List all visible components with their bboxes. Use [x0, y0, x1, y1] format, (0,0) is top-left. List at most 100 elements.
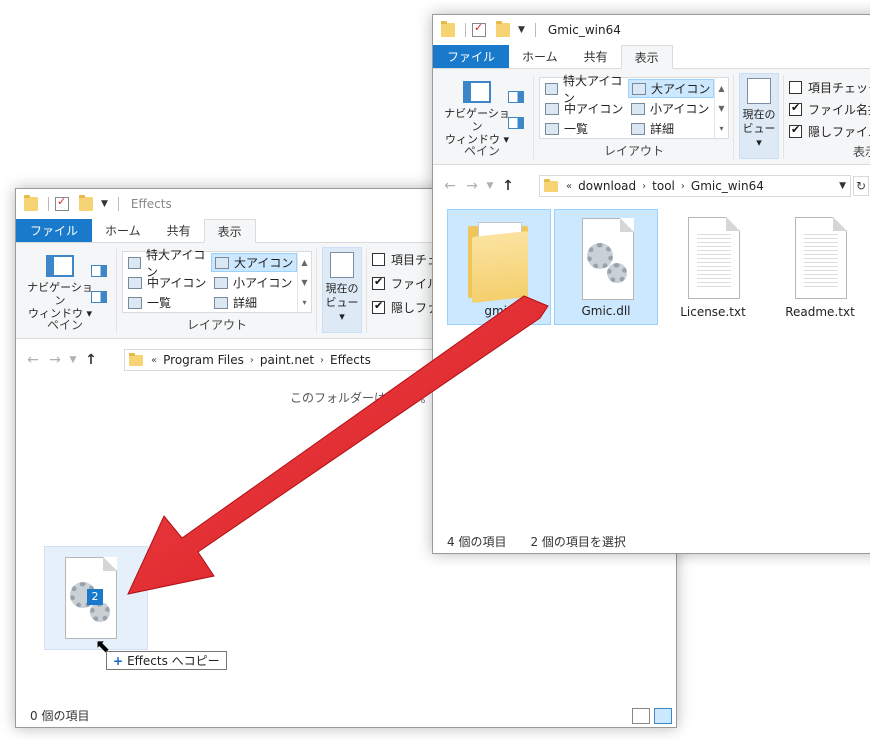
tab-share[interactable]: 共有	[154, 219, 204, 242]
address-history-icon[interactable]: ▼	[839, 181, 846, 191]
properties-icon[interactable]	[472, 21, 486, 37]
refresh-icon[interactable]: ↻	[853, 176, 869, 196]
layout-medium-icons[interactable]: 中アイコン	[542, 99, 628, 118]
layout-small-icons[interactable]: 小アイコン	[628, 99, 714, 118]
window-title: Gmic_win64	[547, 23, 621, 37]
address-bar[interactable]: « download › tool › Gmic_win64 ▼	[539, 175, 851, 197]
folder-icon	[441, 21, 455, 37]
current-view-button[interactable]: 現在の ビュー ▾	[322, 247, 362, 333]
selected-count: 2 個の項目を選択	[530, 534, 626, 549]
address-bar[interactable]: « Program Files › paint.net › Effects	[124, 349, 444, 371]
new-folder-icon[interactable]	[496, 21, 510, 37]
address-overflow[interactable]: «	[151, 355, 157, 366]
tab-home[interactable]: ホーム	[92, 219, 154, 242]
breadcrumb-paint-net[interactable]: paint.net	[260, 353, 314, 367]
layout-small-icons[interactable]: 小アイコン	[211, 273, 297, 292]
forward-icon[interactable]: →	[44, 352, 66, 368]
tab-view[interactable]: 表示	[620, 45, 673, 69]
tab-share[interactable]: 共有	[571, 45, 621, 68]
layout-extra-large-icons[interactable]: 特大アイコン	[125, 248, 211, 279]
window-title: Effects	[130, 197, 172, 211]
layout-large-icons[interactable]: 大アイコン	[211, 253, 297, 272]
navigation-pane-button[interactable]: ナビゲーション ウィンドウ ▾	[439, 77, 515, 146]
layout-group-label: レイアウト	[186, 318, 247, 332]
item-checkbox-toggle[interactable]: 項目チェック ボ	[789, 79, 870, 96]
layout-large-icons[interactable]: 大アイコン	[628, 79, 714, 98]
navigation-pane-button[interactable]: ナビゲーション ウィンドウ ▾	[22, 251, 98, 320]
checkbox[interactable]	[789, 81, 802, 94]
recent-locations-icon[interactable]: ▼	[66, 355, 80, 365]
layout-gallery-scroll[interactable]: ▲ ▼ ▾	[297, 252, 311, 312]
details-pane-icon[interactable]	[508, 117, 524, 129]
more-icon[interactable]: ▾	[719, 124, 723, 133]
back-icon[interactable]: ←	[439, 178, 461, 194]
layout-details[interactable]: 詳細	[211, 293, 297, 312]
new-folder-icon[interactable]	[79, 195, 93, 211]
checkbox[interactable]	[789, 123, 802, 138]
checkbox[interactable]	[372, 253, 385, 266]
breadcrumb-tool[interactable]: tool	[652, 179, 675, 193]
tab-file[interactable]: ファイル	[433, 45, 510, 68]
forward-icon[interactable]: →	[461, 178, 483, 194]
breadcrumb-download[interactable]: download	[578, 179, 636, 193]
folder-icon	[544, 178, 558, 192]
layout-group: 特大アイコン 大アイコン 中アイコン 小アイコン 一覧 詳細 ▲ ▼ ▾ レイアウト	[120, 247, 314, 337]
chevron-up-icon[interactable]: ▲	[301, 258, 307, 267]
file-item-readme-txt[interactable]: Readme.txt	[768, 209, 870, 325]
chevron-down-icon[interactable]: ▼	[718, 104, 724, 113]
checkbox[interactable]	[789, 101, 802, 116]
customize-toolbar-icon[interactable]: ▼	[518, 25, 525, 35]
layout-list[interactable]: 一覧	[542, 119, 628, 138]
divider	[366, 249, 367, 333]
layout-group-label: レイアウト	[603, 144, 664, 158]
properties-icon[interactable]	[55, 195, 69, 211]
tab-home[interactable]: ホーム	[509, 45, 571, 68]
breadcrumb-effects[interactable]: Effects	[330, 353, 371, 367]
drag-count-badge: 2	[87, 589, 103, 605]
customize-toolbar-icon[interactable]: ▼	[101, 199, 108, 209]
file-extensions-toggle[interactable]: ファイル名拡張	[789, 101, 870, 118]
preview-pane-icon[interactable]	[508, 91, 524, 103]
checkbox[interactable]	[372, 275, 385, 290]
tab-file[interactable]: ファイル	[16, 219, 93, 242]
layout-extra-large-icons[interactable]: 特大アイコン	[542, 74, 628, 105]
details-view-icon[interactable]	[632, 708, 650, 724]
up-icon[interactable]: ↑	[497, 178, 519, 194]
more-icon[interactable]: ▾	[302, 298, 306, 307]
divider	[316, 249, 317, 333]
chevron-up-icon[interactable]: ▲	[718, 84, 724, 93]
current-view-button[interactable]: 現在の ビュー ▾	[739, 73, 779, 159]
recent-locations-icon[interactable]: ▼	[483, 181, 497, 191]
up-icon[interactable]: ↑	[80, 352, 102, 368]
medium-icons-icon	[545, 102, 559, 115]
chevron-down-icon[interactable]: ▼	[301, 278, 307, 287]
tab-view[interactable]: 表示	[203, 219, 256, 243]
plus-icon: +	[113, 653, 124, 668]
chevron-right-icon[interactable]: ›	[250, 355, 254, 366]
checkbox[interactable]	[372, 299, 385, 314]
file-item-gmic-dll[interactable]: Gmic.dll	[554, 209, 658, 325]
preview-pane-icon[interactable]	[91, 265, 107, 277]
large-icons-view-icon[interactable]	[654, 708, 672, 724]
back-icon[interactable]: ←	[22, 352, 44, 368]
breadcrumb-gmic-win64[interactable]: Gmic_win64	[691, 179, 764, 193]
chevron-right-icon[interactable]: ›	[642, 181, 646, 192]
layout-gallery-scroll[interactable]: ▲ ▼ ▾	[714, 78, 728, 138]
chevron-right-icon[interactable]: ›	[681, 181, 685, 192]
list-icon	[545, 122, 559, 135]
file-item-license-txt[interactable]: License.txt	[661, 209, 765, 325]
layout-medium-icons[interactable]: 中アイコン	[125, 273, 211, 292]
item-checkbox-toggle[interactable]: 項目チェ	[372, 251, 439, 268]
hidden-items-toggle[interactable]: 隠しファイル	[789, 123, 870, 140]
layout-list[interactable]: 一覧	[125, 293, 211, 312]
file-item-gmic-folder[interactable]: gmic	[447, 209, 551, 325]
folder-icon	[468, 220, 532, 303]
breadcrumb-program-files[interactable]: Program Files	[163, 353, 244, 367]
divider	[533, 75, 534, 159]
navigation-pane-icon	[46, 255, 74, 277]
divider	[534, 23, 536, 37]
details-pane-icon[interactable]	[91, 291, 107, 303]
address-overflow[interactable]: «	[566, 181, 572, 192]
chevron-right-icon[interactable]: ›	[320, 355, 324, 366]
layout-details[interactable]: 詳細	[628, 119, 714, 138]
